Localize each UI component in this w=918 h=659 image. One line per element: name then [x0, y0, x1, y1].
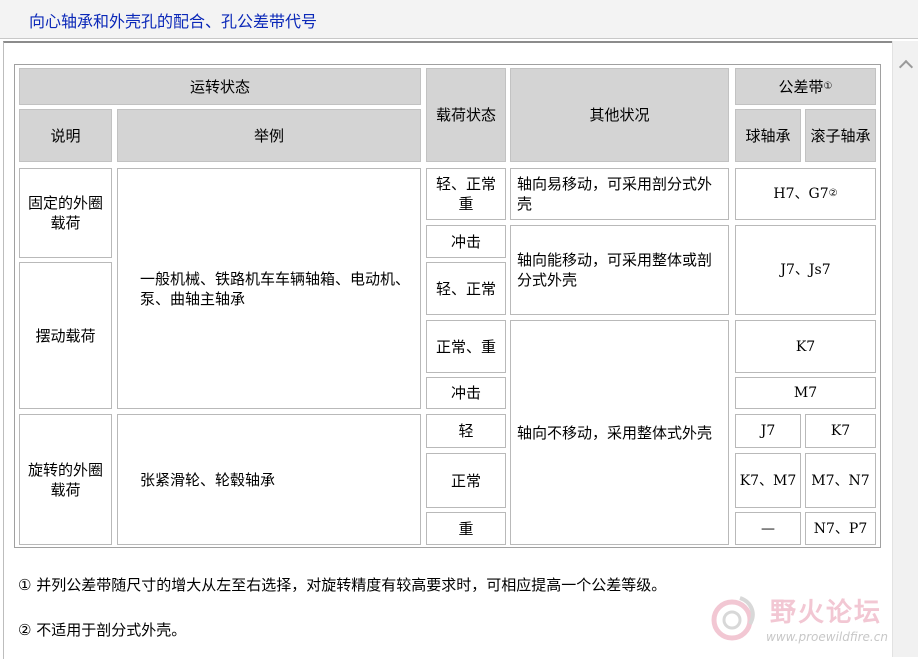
other-axially-movable: 轴向能移动，可采用整体或剖分式外壳	[510, 225, 729, 315]
tolerance-ball-k7-m7: K7、M7	[735, 453, 801, 508]
load-impact-2: 冲击	[426, 377, 506, 409]
desc-oscillating-load: 摆动载荷	[19, 262, 112, 409]
header-other-conditions: 其他状况	[510, 68, 729, 162]
tolerance-roller-n7-p7: N7、P7	[805, 512, 876, 545]
other-axially-fixed: 轴向不移动，采用整体式外壳	[510, 320, 729, 545]
footnote-2: ② 不适用于剖分式外壳。	[18, 621, 187, 639]
example-tension-pulley: 张紧滑轮、轮毂轴承	[117, 414, 421, 545]
load-light: 轻	[426, 414, 506, 448]
load-normal: 正常	[426, 453, 506, 508]
header-ball-bearing: 球轴承	[735, 109, 801, 162]
watermark: 野火论坛 www.proewildfire.cn	[706, 590, 912, 650]
tolerance-ball-j7: J7	[735, 414, 801, 448]
tolerance-k7: K7	[735, 320, 876, 373]
other-axially-easy-movable: 轴向易移动，可采用剖分式外壳	[510, 168, 729, 220]
load-light-normal: 轻、正常	[426, 262, 506, 315]
tolerance-h7-g7: H7、G7 ②	[735, 168, 876, 220]
load-light-normal-heavy: 轻、正常重	[426, 168, 506, 220]
footnote-1: ① 并列公差带随尺寸的增大从左至右选择，对旋转精度有较高要求时，可相应提高一个公…	[18, 576, 667, 594]
scroll-up-arrow-icon[interactable]	[899, 59, 913, 73]
tolerance-h7-g7-value: H7、G7	[773, 186, 829, 202]
vertical-scrollbar[interactable]	[892, 41, 918, 657]
header-tolerance-label: 公差带	[778, 77, 824, 96]
tolerance-j7-js7: J7、Js7	[735, 225, 876, 315]
tolerance-ball-none: —	[735, 512, 801, 545]
desc-rotating-outer-ring: 旋转的外圈载荷	[19, 414, 112, 545]
load-heavy: 重	[426, 512, 506, 545]
load-impact: 冲击	[426, 225, 506, 258]
watermark-url: www.proewildfire.cn	[766, 630, 888, 644]
header-description: 说明	[19, 109, 112, 162]
page-title: 向心轴承和外壳孔的配合、孔公差带代号	[29, 12, 318, 31]
title-bar: 向心轴承和外壳孔的配合、孔公差带代号	[0, 0, 918, 39]
example-general-machinery: 一般机械、铁路机车车辆轴箱、电动机、泵、曲轴主轴承	[117, 168, 421, 409]
load-normal-heavy: 正常、重	[426, 320, 506, 373]
tolerance-roller-m7-n7: M7、N7	[805, 453, 876, 508]
header-running-state: 运转状态	[19, 68, 421, 105]
tolerance-m7: M7	[735, 377, 876, 409]
header-example: 举例	[117, 109, 421, 162]
watermark-logo-icon	[711, 596, 755, 641]
desc-fixed-outer-ring: 固定的外圈载荷	[19, 168, 112, 258]
watermark-name: 野火论坛	[770, 598, 883, 628]
header-tolerance-zone: 公差带 ①	[735, 68, 876, 105]
header-roller-bearing: 滚子轴承	[805, 109, 876, 162]
header-load-state: 载荷状态	[426, 68, 506, 162]
tolerance-roller-k7: K7	[805, 414, 876, 448]
